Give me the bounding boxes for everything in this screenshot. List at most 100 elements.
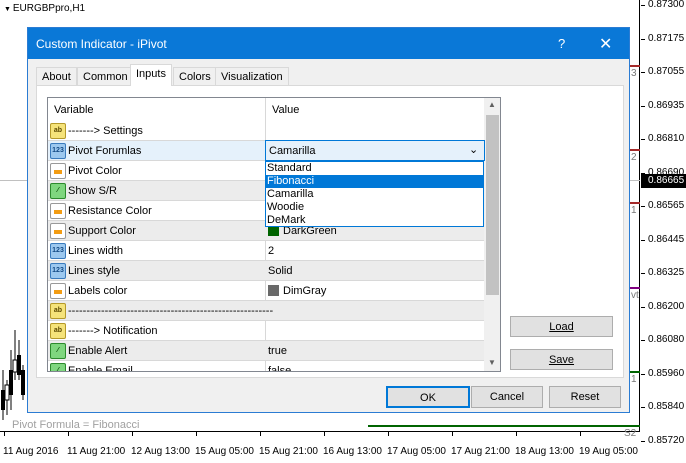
variable-name: Support Color <box>68 225 136 237</box>
price-label: 0.86565 <box>648 200 685 211</box>
scroll-down-icon[interactable]: ▼ <box>488 358 496 367</box>
inputs-grid[interactable]: Variable Value ab -------> Settings 123 Piv… <box>47 97 501 372</box>
tab-about[interactable]: About <box>36 67 77 86</box>
table-row[interactable]: ab --------------------------------------… <box>48 301 484 321</box>
table-row[interactable]: 123 Lines style Solid <box>48 261 484 281</box>
dropdown-list[interactable]: Standard Fibonacci Camarilla Woodie DeMark <box>265 161 484 227</box>
price-tick <box>641 239 645 241</box>
pivot-formula-select[interactable]: Camarilla ⌄ <box>265 140 485 161</box>
vertical-scrollbar[interactable]: ▲ ▼ <box>484 98 500 371</box>
table-row[interactable]: ⁄ Enable Email false <box>48 361 484 372</box>
load-button[interactable]: Load <box>510 316 613 337</box>
price-label: 0.85960 <box>648 367 685 379</box>
help-button[interactable]: ? <box>558 36 565 51</box>
variable-name: ----------------------------------------… <box>68 305 274 317</box>
close-button[interactable]: ✕ <box>599 34 612 54</box>
table-row[interactable]: Labels color DimGray <box>48 281 484 301</box>
time-tick <box>4 432 5 436</box>
variable-value[interactable]: DimGray <box>268 285 326 297</box>
price-label: 0.85720 <box>648 434 685 446</box>
tab-visualization[interactable]: Visualization <box>215 67 289 86</box>
price-label: 0.86935 <box>648 99 685 111</box>
dropdown-option[interactable]: Standard <box>266 162 483 175</box>
dropdown-option[interactable]: Camarilla <box>266 188 483 201</box>
price-tick <box>641 38 645 40</box>
price-tick <box>641 105 645 107</box>
col-type-icon <box>50 223 66 239</box>
table-row[interactable]: ⁄ Enable Alert true <box>48 341 484 361</box>
scroll-up-icon[interactable]: ▲ <box>488 100 496 109</box>
variable-name: -------> Settings <box>68 125 143 137</box>
price-tick <box>641 206 645 207</box>
variable-name: Pivot Color <box>68 165 122 177</box>
price-label: 0.87175 <box>648 32 685 44</box>
tab-inputs[interactable]: Inputs <box>130 64 172 86</box>
col-type-icon <box>50 283 66 299</box>
time-label: 17 Aug 05:00 <box>387 446 446 457</box>
bool-type-icon: ⁄ <box>50 363 66 371</box>
title-bar[interactable]: Custom Indicator - iPivot ? ✕ <box>28 28 629 59</box>
value-text: false <box>268 365 292 372</box>
variable-value[interactable]: Solid <box>268 265 292 277</box>
price-tick <box>641 306 645 308</box>
table-row[interactable]: ab -------> Settings <box>48 121 484 141</box>
chart-symbol: ▼ EURGBPpro,H1 <box>4 3 85 14</box>
variable-name: Enable Alert <box>68 345 128 357</box>
variable-name: Labels color <box>68 285 128 297</box>
num-type-icon: 123 <box>50 143 66 159</box>
column-header-variable[interactable]: Variable <box>54 104 94 116</box>
price-tick <box>641 373 645 375</box>
dropdown-triangle-icon: ▼ <box>4 6 13 13</box>
price-label: 0.86325 <box>648 267 685 278</box>
dropdown-option[interactable]: Fibonacci <box>266 175 483 188</box>
time-tick <box>516 432 517 436</box>
r3-label: 3 <box>631 68 637 79</box>
time-label: 18 Aug 13:00 <box>515 446 574 457</box>
variable-value[interactable]: true <box>268 345 287 357</box>
current-price-label: 0.86665 <box>641 174 686 188</box>
variable-value[interactable]: false <box>268 365 292 372</box>
pivot-label: vt <box>631 290 639 301</box>
variable-name: Lines width <box>68 245 124 257</box>
tab-colors[interactable]: Colors <box>173 67 217 86</box>
time-label: 19 Aug 05:00 <box>579 446 638 457</box>
dropdown-option[interactable]: DeMark <box>266 214 483 227</box>
time-tick <box>260 432 261 436</box>
s1-line <box>630 371 640 373</box>
color-swatch <box>268 285 279 296</box>
column-header-value[interactable]: Value <box>272 104 299 116</box>
scrollbar-thumb[interactable] <box>486 115 499 295</box>
price-label: 0.86445 <box>648 233 685 245</box>
price-label: 0.87300 <box>648 0 685 10</box>
ab-type-icon: ab <box>50 323 66 339</box>
cancel-button[interactable]: Cancel <box>471 386 543 408</box>
time-label: 15 Aug 05:00 <box>195 446 254 457</box>
ok-button[interactable]: OK <box>386 386 470 408</box>
value-text: DimGray <box>283 285 327 297</box>
dropdown-option[interactable]: Woodie <box>266 201 483 214</box>
time-tick <box>324 432 325 436</box>
save-button[interactable]: Save <box>510 349 613 370</box>
r3-line <box>630 65 640 67</box>
variable-value[interactable]: 2 <box>268 245 274 257</box>
chevron-down-icon[interactable]: ⌄ <box>469 143 478 156</box>
s2-line <box>368 425 640 427</box>
col-type-icon <box>50 203 66 219</box>
price-tick <box>641 273 645 274</box>
time-tick <box>580 432 581 436</box>
r2-label: 2 <box>631 152 637 163</box>
price-tick <box>641 72 645 73</box>
variable-name: Show S/R <box>68 185 117 197</box>
reset-button[interactable]: Reset <box>549 386 621 408</box>
dialog-title: Custom Indicator - iPivot <box>36 37 167 51</box>
s1-label: 1 <box>631 374 637 385</box>
num-type-icon: 123 <box>50 263 66 279</box>
table-row[interactable]: 123 Lines width 2 <box>48 241 484 261</box>
ab-type-icon: ab <box>50 123 66 139</box>
tab-common[interactable]: Common <box>77 67 134 86</box>
time-tick <box>196 432 197 436</box>
indicator-dialog: Custom Indicator - iPivot ? ✕ About Comm… <box>27 27 630 413</box>
time-label: 17 Aug 21:00 <box>451 446 510 457</box>
table-row[interactable]: ab -------> Notification <box>48 321 484 341</box>
col-type-icon <box>50 163 66 179</box>
